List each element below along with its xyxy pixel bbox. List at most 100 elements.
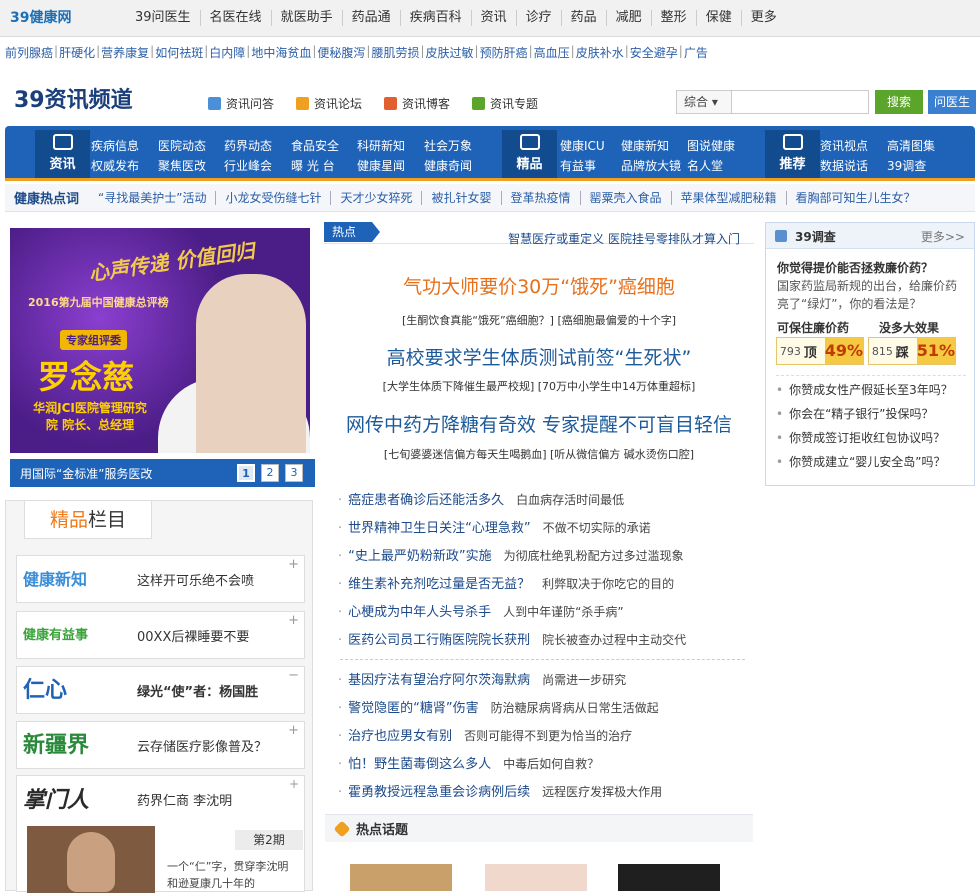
nav-group-icon[interactable]: 资讯	[35, 130, 90, 178]
top-nav-item[interactable]: 更多	[740, 10, 786, 26]
quick-link[interactable]: 如何祛斑	[154, 44, 204, 61]
search-input[interactable]	[732, 90, 869, 114]
nav-link[interactable]: 健康奇闻	[424, 156, 472, 176]
nav-link[interactable]: 名人堂	[687, 156, 735, 176]
ask-doctor-button[interactable]: 问医生	[928, 90, 976, 114]
headline-1[interactable]: 气功大师要价30万“饿死”癌细胞	[324, 272, 754, 299]
top-nav-item[interactable]: 整形	[650, 10, 696, 26]
nav-link[interactable]: 食品安全	[291, 136, 339, 156]
news-title[interactable]: 维生素补充剂吃过量是否无益？	[348, 577, 530, 592]
news-title[interactable]: 警觉隐匿的“糖肾”伤害	[348, 701, 478, 716]
hot-keyword[interactable]: 看胸部可知生儿生女？	[785, 190, 925, 205]
top-nav-item[interactable]: 资讯	[470, 10, 516, 26]
nav-link[interactable]: 有益事	[560, 156, 605, 176]
hot-keyword[interactable]: 登革热疫情	[500, 190, 580, 205]
survey-item-text[interactable]: 你赞成女性产假延长至3年吗？	[789, 383, 953, 397]
news-item[interactable]: · 癌症患者确诊后还能活多久 白血病存活时间最低	[338, 489, 754, 508]
nav-link[interactable]: 医院动态	[158, 136, 206, 156]
hot-keyword[interactable]: 罂粟壳入食品	[579, 190, 671, 205]
channel-logo[interactable]: 39资讯频道	[14, 82, 133, 114]
news-title[interactable]: 医药公司员工行贿医院院长获刑	[348, 633, 530, 648]
nav-link[interactable]: 39调查	[887, 156, 935, 176]
hot-keyword[interactable]: 小龙女受伤缝七针	[215, 190, 330, 205]
nav-link[interactable]: 健康星闻	[357, 156, 405, 176]
top-right-headline[interactable]: 智慧医疗或重定义 医院挂号零排队才算入门	[508, 230, 740, 247]
news-item[interactable]: · 医药公司员工行贿医院院长获刑 院长被查办过程中主动交代	[338, 629, 754, 648]
headline-3[interactable]: 网传中药方降糖有奇效 专家提醒不可盲目轻信	[324, 410, 754, 437]
news-title[interactable]: 治疗也应男女有别	[348, 729, 452, 744]
top-nav-item[interactable]: 保健	[695, 10, 741, 26]
news-item[interactable]: · 维生素补充剂吃过量是否无益？ 利弊取决于你吃它的目的	[338, 573, 754, 592]
zhangmenren-photo[interactable]	[27, 826, 155, 893]
quick-link[interactable]: 前列腺癌	[4, 44, 54, 61]
zhangmenren-card[interactable]: 掌门人 药界仁商 李沈明 + 第2期 一个“仁”字，贯穿李沈明和逊夏康几十年的	[16, 775, 305, 893]
survey-more-link[interactable]: 更多>>	[921, 228, 965, 245]
nav-link[interactable]: 曝 光 台	[291, 156, 339, 176]
quick-link[interactable]: 腰肌劳损	[370, 44, 420, 61]
headline-2[interactable]: 高校要求学生体质测试前签“生死状”	[324, 343, 754, 370]
jingpin-card[interactable]: 新疆界 云存储医疗影像普及？ +	[16, 721, 305, 769]
nav-link[interactable]: 健康ICU	[560, 136, 605, 156]
top-nav-item[interactable]: 就医助手	[270, 10, 342, 26]
news-item[interactable]: · 基因疗法有望治疗阿尔茨海默病 尚需进一步研究	[338, 669, 754, 688]
channel-link-qa[interactable]: 资讯问答	[208, 95, 274, 112]
news-item[interactable]: · 警觉隐匿的“糖肾”伤害 防治糖尿病肾病从日常生活做起	[338, 697, 754, 716]
headline-1-sub[interactable]: [生酮饮食真能“饿死”癌细胞？] [癌细胞最偏爱的十个字]	[324, 312, 754, 328]
jingpin-card[interactable]: 仁心 绿光“使”者：杨国胜 −	[16, 666, 305, 714]
top-nav-item[interactable]: 药品	[560, 10, 606, 26]
top-nav-item[interactable]: 疾病百科	[399, 10, 471, 26]
news-title[interactable]: 世界精神卫生日关注“心理急救”	[348, 521, 530, 536]
survey-item[interactable]: • 你赞成签订拒收红包协议吗？	[776, 429, 971, 446]
channel-link-topic[interactable]: 资讯专题	[472, 95, 538, 112]
quick-link[interactable]: 白内障	[208, 44, 246, 61]
topic-thumb[interactable]	[350, 864, 452, 891]
search-scope-select[interactable]: 综合 ▾	[676, 90, 732, 114]
hot-keyword[interactable]: 天才少女猝死	[330, 190, 421, 205]
vote-up-button[interactable]: 顶	[804, 342, 825, 361]
survey-item[interactable]: • 你赞成女性产假延长至3年吗？	[776, 381, 971, 398]
news-title[interactable]: 怕！野生菌毒倒这么多人	[348, 757, 491, 772]
vote-up-box[interactable]: 793 顶 49%	[776, 337, 864, 365]
nav-link[interactable]: 品牌放大镜	[621, 156, 681, 176]
quick-link[interactable]: 高血压	[533, 44, 571, 61]
news-item[interactable]: · “史上最严奶粉新政”实施 为彻底杜绝乳粉配方过多过滥现象	[338, 545, 754, 564]
topic-thumb[interactable]	[618, 864, 720, 891]
nav-link[interactable]: 聚焦医改	[158, 156, 206, 176]
headline-2-sub[interactable]: [大学生体质下降催生最严校规] [70万中小学生中14万体重超标]	[324, 378, 754, 394]
feature-banner[interactable]: 心声传递 价值回归 2016第九届中国健康总评榜 专家组评委 罗念慈 华润JCI…	[10, 228, 310, 453]
channel-link-forum[interactable]: 资讯论坛	[296, 95, 362, 112]
banner-page-3[interactable]: 3	[285, 464, 303, 482]
nav-link[interactable]: 健康新知	[621, 136, 681, 156]
collapse-icon[interactable]: −	[288, 668, 299, 683]
survey-item-text[interactable]: 你会在“精子银行”投保吗？	[789, 407, 933, 421]
quick-link[interactable]: 营养康复	[100, 44, 150, 61]
banner-page-2[interactable]: 2	[261, 464, 279, 482]
expand-icon[interactable]: +	[288, 557, 299, 572]
nav-link[interactable]: 科研新知	[357, 136, 405, 156]
quick-link[interactable]: 地中海贫血	[250, 44, 312, 61]
survey-item[interactable]: • 你赞成建立“婴儿安全岛”吗？	[776, 453, 971, 470]
news-title[interactable]: 心梗成为中年人头号杀手	[348, 605, 491, 620]
top-nav-item[interactable]: 39问医生	[126, 10, 200, 26]
nav-link[interactable]: 药界动态	[224, 136, 272, 156]
topic-thumb[interactable]	[485, 864, 587, 891]
vote-down-box[interactable]: 815 踩 51%	[868, 337, 956, 365]
news-title[interactable]: “史上最严奶粉新政”实施	[348, 549, 491, 564]
jingpin-card[interactable]: 健康新知 这样开可乐绝不会喷 +	[16, 555, 305, 603]
nav-link[interactable]: 图说健康	[687, 136, 735, 156]
quick-link[interactable]: 肝硬化	[58, 44, 96, 61]
top-nav-item[interactable]: 药品通	[341, 10, 400, 26]
survey-question[interactable]: 你觉得提价能否拯救廉价药？	[777, 259, 933, 276]
survey-item[interactable]: • 你会在“精子银行”投保吗？	[776, 405, 971, 422]
nav-link[interactable]: 权威发布	[91, 156, 139, 176]
nav-link[interactable]: 数据说话	[820, 156, 868, 176]
top-nav-item[interactable]: 减肥	[605, 10, 651, 26]
search-button[interactable]: 搜索	[875, 90, 923, 114]
nav-group-icon[interactable]: 推荐	[765, 130, 820, 178]
nav-link[interactable]: 高清图集	[887, 136, 935, 156]
vote-down-button[interactable]: 踩	[896, 342, 917, 361]
news-item[interactable]: · 霍勇教授远程急重会诊病例后续 远程医疗发挥极大作用	[338, 781, 754, 800]
hot-keyword[interactable]: 苹果体型减肥秘籍	[670, 190, 786, 205]
top-nav-item[interactable]: 名医在线	[199, 10, 271, 26]
hot-keyword[interactable]: “寻找最美护士”活动	[89, 191, 215, 205]
